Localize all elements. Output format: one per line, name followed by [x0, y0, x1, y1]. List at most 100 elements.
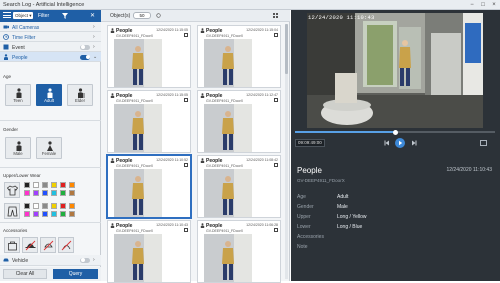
maximize-button[interactable]: □	[479, 1, 487, 9]
seek-bar[interactable]	[295, 129, 495, 135]
age-elder-button[interactable]: Elder	[67, 84, 93, 106]
lower-color-swatch[interactable]	[24, 203, 30, 209]
search-mode-select[interactable]: Object ▾	[13, 12, 33, 19]
lower-color-swatch[interactable]	[69, 203, 75, 209]
expand-icon[interactable]	[184, 228, 188, 232]
result-card[interactable]: People 12/24/2020 11:10:43 GV-DEEP4911_FDo…	[107, 220, 191, 283]
expand-icon[interactable]	[274, 228, 278, 232]
result-card[interactable]: People 12/24/2020 11:06:28 GV-DEEP4911_FDo…	[197, 220, 281, 283]
card-time: 12/24/2020 11:10:43	[156, 223, 188, 227]
close-filter-icon[interactable]: ✕	[90, 12, 95, 19]
detail-camera: GV-DEEP4911_FDoorX	[297, 178, 345, 183]
lower-color-swatch[interactable]	[33, 211, 39, 217]
menu-icon[interactable]	[3, 12, 11, 19]
chevron-right-icon: ›	[93, 24, 95, 30]
expand-icon[interactable]	[184, 98, 188, 102]
section-people[interactable]: People ⌄	[0, 52, 101, 62]
card-time: 12/24/2020 11:15:05	[156, 93, 188, 97]
upper-wear-button[interactable]	[4, 182, 20, 198]
accessory-bag-button[interactable]	[4, 237, 20, 253]
lower-color-swatch[interactable]	[33, 203, 39, 209]
gender-label: Gender	[3, 127, 19, 132]
female-icon	[47, 141, 53, 151]
grid-view-icon[interactable]	[273, 13, 278, 18]
video-timestamp: 12/24/2020 11:10:43	[308, 14, 375, 21]
gender-male-label: Male	[13, 151, 23, 156]
age-adult-button[interactable]: Adult	[36, 84, 62, 106]
result-card[interactable]: People 12/24/2020 11:12:47 GV-DEEP4911_FDo…	[197, 90, 281, 153]
lower-color-swatch[interactable]	[60, 203, 66, 209]
page-size-select[interactable]: 50	[133, 12, 151, 19]
vehicle-toggle[interactable]	[80, 257, 90, 263]
card-time: 12/24/2020 11:15:05	[156, 28, 188, 32]
upper-color-swatch[interactable]	[42, 182, 48, 188]
person-icon	[110, 158, 115, 163]
lower-color-swatch[interactable]	[60, 211, 66, 217]
result-card[interactable]: People 12/24/2020 11:08:42 GV-DEEP4911_FDo…	[197, 155, 281, 218]
result-card[interactable]: People 12/24/2020 11:10:52 GV-DEEP4911_FDo…	[107, 155, 191, 218]
snapshot-icon[interactable]	[480, 140, 487, 146]
age-teen-label: Teen	[13, 98, 23, 103]
upper-color-swatch[interactable]	[24, 190, 30, 196]
detail-time: 12/24/2020 11:10:43	[446, 167, 492, 173]
lower-color-swatch[interactable]	[42, 211, 48, 217]
all-cameras-label: All Cameras	[12, 24, 40, 31]
close-button[interactable]: ×	[490, 1, 498, 9]
play-button[interactable]	[395, 138, 405, 148]
person-icon	[110, 28, 115, 33]
gender-male-button[interactable]: Male	[5, 137, 31, 159]
upper-color-swatch[interactable]	[42, 190, 48, 196]
divider	[0, 120, 101, 121]
detail-key: Age	[297, 194, 306, 200]
section-time-filter[interactable]: Time Filter ›	[0, 32, 101, 42]
section-event[interactable]: Event ›	[0, 42, 101, 52]
refresh-icon[interactable]	[156, 13, 161, 18]
section-all-cameras[interactable]: All Cameras ›	[0, 22, 101, 32]
lower-color-swatch[interactable]	[69, 211, 75, 217]
upper-color-swatch[interactable]	[33, 182, 39, 188]
results-scrollbar[interactable]	[285, 24, 288, 279]
person-icon	[200, 158, 205, 163]
result-card[interactable]: People 12/24/2020 11:15:05 GV-DEEP4911_FDo…	[107, 90, 191, 153]
clear-all-button[interactable]: Clear All	[3, 269, 47, 279]
upper-color-swatch[interactable]	[51, 190, 57, 196]
funnel-icon[interactable]	[62, 13, 68, 19]
previous-frame-icon[interactable]	[384, 140, 390, 146]
accessory-no-hat-button[interactable]	[40, 237, 56, 253]
upper-color-swatch[interactable]	[69, 190, 75, 196]
result-card[interactable]: People 12/24/2020 11:15:05 GV-DEEP4911_FDo…	[107, 25, 191, 88]
query-button[interactable]: Query	[53, 269, 98, 279]
lower-color-swatch[interactable]	[51, 211, 57, 217]
upper-color-swatch[interactable]	[33, 190, 39, 196]
divider	[0, 167, 101, 168]
lower-color-swatch[interactable]	[42, 203, 48, 209]
video-player[interactable]: 12/24/2020 11:10:43	[307, 13, 483, 128]
upper-color-swatch[interactable]	[24, 182, 30, 188]
upper-color-swatch[interactable]	[69, 182, 75, 188]
upper-color-swatch[interactable]	[51, 182, 57, 188]
gender-female-button[interactable]: Female	[36, 137, 62, 159]
pants-icon	[7, 206, 18, 217]
expand-icon[interactable]	[274, 163, 278, 167]
minimize-button[interactable]: −	[468, 1, 476, 9]
expand-icon[interactable]	[274, 33, 278, 37]
event-toggle[interactable]	[80, 44, 90, 50]
people-toggle[interactable]	[80, 54, 90, 60]
section-vehicle[interactable]: Vehicle ›	[0, 255, 101, 266]
result-card[interactable]: People 12/24/2020 11:15:04 GV-DEEP4911_FDo…	[197, 25, 281, 88]
expand-icon[interactable]	[184, 33, 188, 37]
age-teen-button[interactable]: Teen	[5, 84, 31, 106]
expand-icon[interactable]	[274, 98, 278, 102]
adult-icon	[47, 88, 53, 98]
lower-color-swatch[interactable]	[24, 211, 30, 217]
accessory-no-bag-button[interactable]	[58, 237, 74, 253]
upper-color-swatch[interactable]	[60, 190, 66, 196]
detail-value: Long / Blue	[337, 224, 363, 230]
shirt-icon	[7, 185, 18, 196]
upper-color-swatch[interactable]	[60, 182, 66, 188]
accessory-hat-button[interactable]	[22, 237, 38, 253]
lower-wear-button[interactable]	[4, 203, 20, 219]
expand-icon[interactable]	[184, 163, 188, 167]
next-frame-icon[interactable]	[411, 140, 417, 146]
lower-color-swatch[interactable]	[51, 203, 57, 209]
